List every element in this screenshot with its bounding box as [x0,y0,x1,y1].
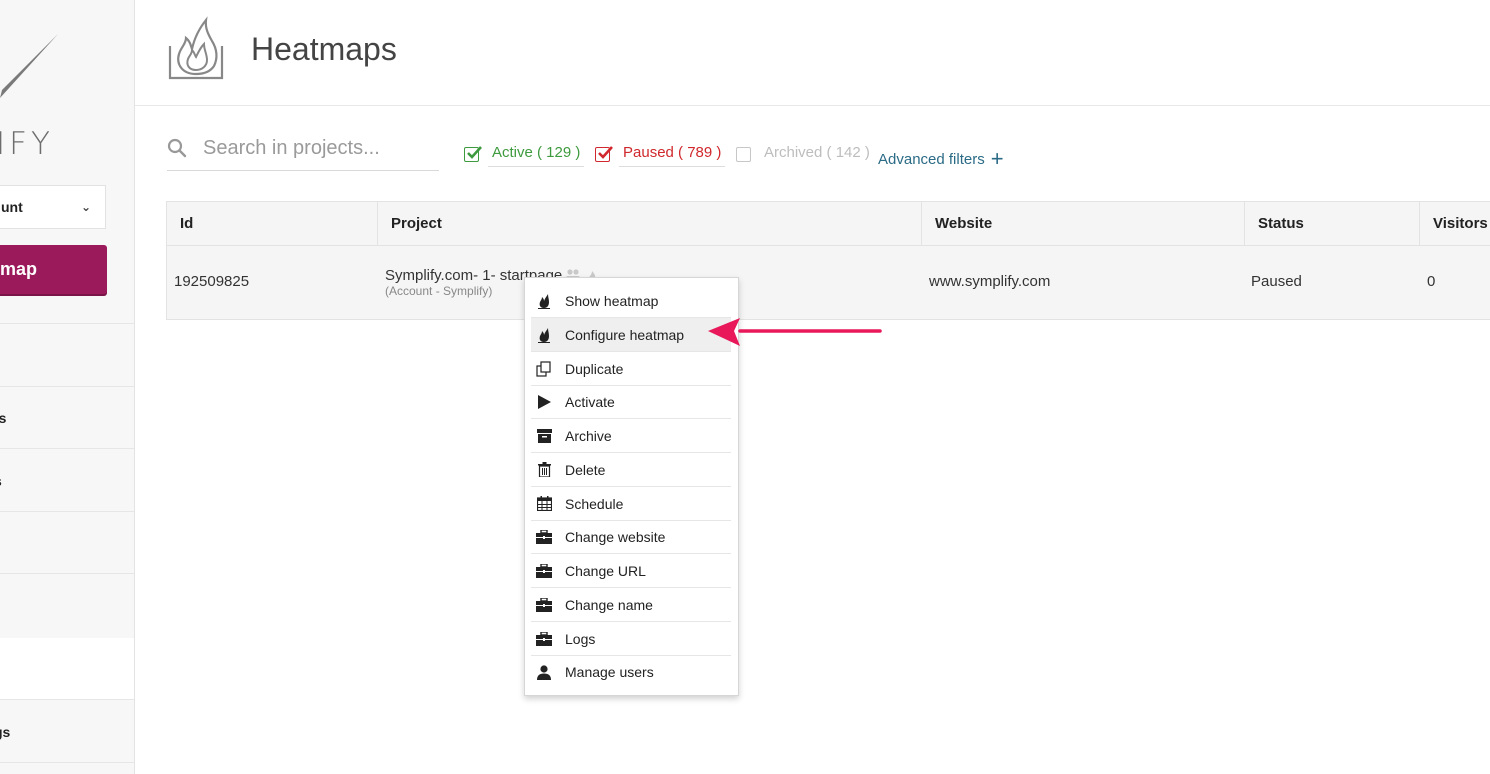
filter-paused[interactable]: Paused ( 789 ) [595,141,726,168]
menu-item-label: Archive [565,427,612,444]
sidebar-divider [0,386,134,387]
search-input[interactable] [203,133,433,163]
menu-item-label: Duplicate [565,360,624,377]
menu-item-label: Change website [565,528,666,545]
sidebar-gap [0,638,134,699]
cell-id: 192509825 [174,273,250,290]
menu-item-change-name[interactable]: Change name [531,588,731,622]
cell-project-account: (Account - Symplify) [385,284,493,298]
menu-item-change-website[interactable]: Change website [531,520,731,554]
advanced-filters-link[interactable]: Advanced filters + [878,144,1004,171]
check-icon [467,146,482,159]
menu-item-label: Configure heatmap [565,326,685,343]
sidebar-divider [0,323,134,324]
filter-paused-label: Paused ( 789 ) [619,141,726,167]
menu-item-manage-users[interactable]: Manage users [531,655,731,689]
calendar-icon [536,496,552,512]
table-row[interactable]: 192509825 Symplify.com- 1- startpage (Ac… [166,246,1490,320]
sidebar: IFY unt ⌄ map ts s gs [0,0,135,774]
archived-checkbox[interactable] [736,147,751,162]
filter-active-label: Active ( 129 ) [488,141,585,167]
table-header: Id Project Website Status Visitors [166,201,1490,246]
chevron-down-icon: ⌄ [80,200,91,214]
briefcase-icon [536,529,552,545]
check-icon [598,146,613,159]
menu-item-label: Schedule [565,495,624,512]
briefcase-icon [536,563,552,579]
account-select-label: unt [1,199,23,215]
advanced-filters-label: Advanced filters [878,151,985,168]
annotation-arrow-icon [708,318,882,346]
cell-website: www.symplify.com [929,273,1051,290]
new-heatmap-button[interactable]: map [0,245,107,294]
menu-item-label: Change name [565,596,653,613]
search-icon [167,138,187,158]
page-header: Heatmaps [135,0,1490,106]
filter-archived-label: Archived ( 142 ) [764,144,870,161]
menu-item-duplicate[interactable]: Duplicate [531,352,731,386]
column-header-website[interactable]: Website [922,202,1245,245]
column-header-visitors[interactable]: Visitors [1420,202,1490,245]
filter-archived[interactable]: Archived ( 142 ) [736,141,874,168]
sidebar-item-projects[interactable]: ts [0,410,6,426]
plus-icon: + [990,146,1004,171]
account-select[interactable]: unt ⌄ [0,185,106,229]
trash-icon [536,462,552,478]
copy-icon [536,360,552,377]
sidebar-divider [0,699,134,700]
column-header-status[interactable]: Status [1245,202,1420,245]
menu-item-label: Activate [565,393,615,410]
cell-status: Paused [1251,273,1302,290]
cell-visitors: 0 [1427,273,1436,290]
sidebar-item-settings[interactable]: gs [0,724,10,740]
menu-item-delete[interactable]: Delete [531,453,731,487]
menu-item-logs[interactable]: Logs [531,622,731,656]
filter-active[interactable]: Active ( 129 ) [464,141,585,168]
play-icon [536,394,552,410]
active-checkbox[interactable] [464,146,482,162]
menu-item-change-url[interactable]: Change URL [531,554,731,588]
sidebar-item-tests[interactable]: s [0,473,2,489]
archive-icon [536,428,552,444]
flame-icon [536,327,552,343]
logo-text: IFY [0,126,54,162]
menu-item-label: Logs [565,630,596,647]
sidebar-divider [0,573,134,574]
menu-item-schedule[interactable]: Schedule [531,487,731,521]
menu-item-archive[interactable]: Archive [531,419,731,453]
user-icon [536,664,552,680]
new-heatmap-button-label: map [0,259,38,279]
page-title: Heatmaps [251,31,397,67]
sidebar-divider [0,762,134,763]
menu-item-show-heatmap[interactable]: Show heatmap [531,284,731,318]
column-header-project[interactable]: Project [378,202,922,245]
menu-item-activate[interactable]: Activate [531,385,731,419]
heatmap-flame-icon [168,16,224,80]
sidebar-divider [0,448,134,449]
menu-item-label: Show heatmap [565,292,659,309]
menu-item-label: Manage users [565,664,654,680]
search-box [167,128,439,171]
menu-item-label: Delete [565,461,606,478]
logo-mark-icon [0,34,58,98]
menu-item-configure-heatmap[interactable]: Configure heatmap [531,318,731,352]
briefcase-icon [536,597,552,613]
column-header-id[interactable]: Id [167,202,378,245]
menu-item-label: Change URL [565,562,646,579]
paused-checkbox[interactable] [595,146,613,162]
sidebar-divider [0,511,134,512]
flame-icon [536,293,552,309]
briefcase-icon [536,631,552,647]
